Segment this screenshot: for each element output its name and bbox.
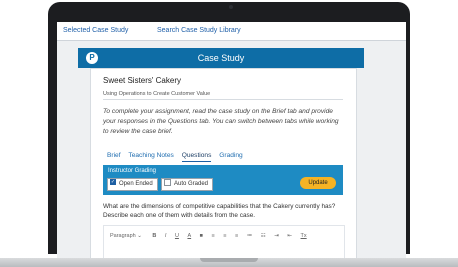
instructor-grading-panel: Instructor Grading ✓ Open Ended Auto Grad… [103,165,343,195]
tab-bar: Brief Teaching Notes Questions Grading [107,152,249,162]
bold-icon[interactable]: B [152,233,156,239]
nav-search-case-study-library[interactable]: Search Case Study Library [157,27,241,34]
top-nav: Selected Case Study Search Case Study Li… [57,22,406,41]
tab-questions[interactable]: Questions [181,152,212,162]
open-ended-checkbox[interactable]: ✓ Open Ended [107,178,158,191]
instructions-text: To complete your assignment, read the ca… [103,108,339,135]
checkbox-unchecked-icon [164,178,171,186]
header-bar: P Case Study [78,48,364,68]
screen: Selected Case Study Search Case Study Li… [57,22,406,262]
highlight-icon[interactable]: ■ [200,233,203,239]
align-center-icon[interactable]: ≡ [223,233,226,239]
paragraph-format-dropdown[interactable]: Paragraph ⌄ [110,233,142,239]
case-study-card: Sweet Sisters' Cakery Using Operations t… [90,68,357,262]
ordered-list-icon[interactable]: ≔ [247,233,253,239]
editor-toolbar: Paragraph ⌄ B I U A ■ ≡ ≡ ≡ ≔ ☷ ⇥ ⇤ Tx [110,233,314,239]
tab-grading[interactable]: Grading [219,152,242,161]
auto-graded-checkbox[interactable]: Auto Graded [161,178,214,191]
instructor-grading-label: Instructor Grading [108,168,157,174]
outdent-icon[interactable]: ⇤ [287,233,292,239]
text-color-icon[interactable]: A [187,233,191,239]
update-button[interactable]: Update [300,177,336,189]
nav-selected-case-study[interactable]: Selected Case Study [63,27,128,34]
checkbox-checked-icon: ✓ [110,179,116,186]
align-left-icon[interactable]: ≡ [212,233,215,239]
divider [103,99,343,100]
auto-graded-label: Auto Graded [174,181,209,187]
laptop-base-notch [200,258,258,262]
open-ended-label: Open Ended [119,181,153,187]
align-right-icon[interactable]: ≡ [235,233,238,239]
indent-icon[interactable]: ⇥ [274,233,279,239]
underline-icon[interactable]: U [175,233,179,239]
italic-icon[interactable]: I [165,233,167,239]
clear-format-icon[interactable]: Tx [301,233,307,239]
question-text: What are the dimensions of competitive c… [103,203,336,219]
bullet-list-icon[interactable]: ☷ [261,233,266,239]
tab-teaching-notes[interactable]: Teaching Notes [128,152,173,161]
camera-dot [229,5,233,9]
case-subtitle: Using Operations to Create Customer Valu… [103,91,211,97]
page-title: Case Study [197,53,245,63]
tab-brief[interactable]: Brief [107,152,121,161]
response-editor[interactable]: Paragraph ⌄ B I U A ■ ≡ ≡ ≡ ≔ ☷ ⇥ ⇤ Tx [103,225,345,262]
case-title: Sweet Sisters' Cakery [103,76,181,85]
